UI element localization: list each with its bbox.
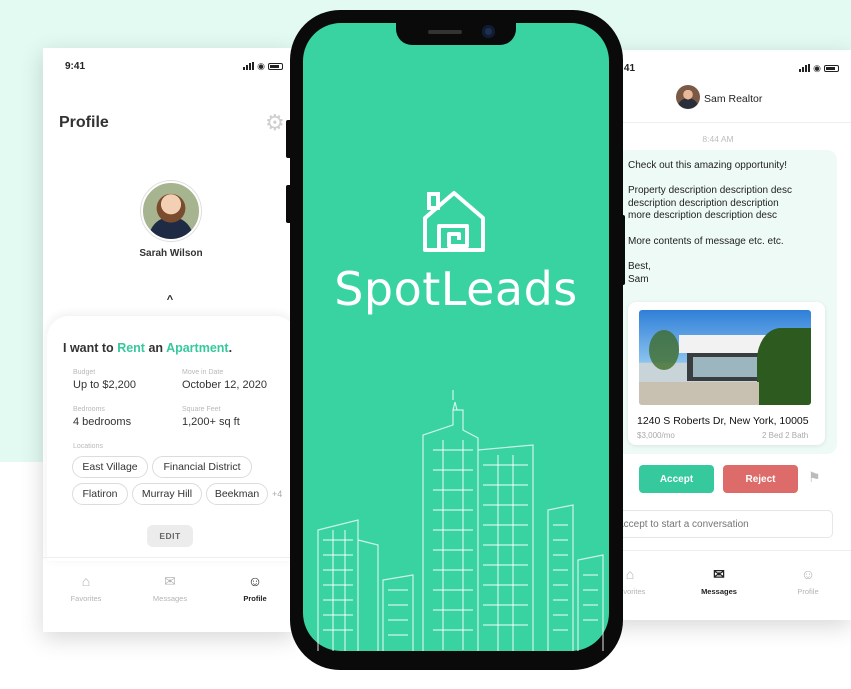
phone-camera: [482, 25, 495, 38]
avatar: [141, 181, 201, 241]
wifi-icon: ◉: [813, 63, 821, 73]
location-chip[interactable]: Beekman: [206, 483, 268, 505]
bedrooms-value: 4 bedrooms: [73, 416, 132, 428]
wifi-icon: ◉: [257, 61, 265, 71]
accept-button[interactable]: Accept: [639, 465, 714, 493]
user-circle-icon: ☺: [247, 573, 263, 589]
property-beds-baths: 2 Bed 2 Bath: [762, 431, 809, 440]
status-time: 9:41: [65, 61, 86, 72]
want-type[interactable]: Apartment: [166, 341, 229, 355]
signal-icon: [799, 64, 811, 72]
move-in-label: Move in Date: [182, 369, 224, 376]
message-line: Check out this amazing opportunity!: [628, 160, 787, 171]
location-chip[interactable]: Financial District: [152, 456, 252, 478]
tab-label: Messages: [701, 587, 737, 596]
tab-favorites[interactable]: ⌂ Favorites: [51, 573, 121, 603]
header-divider: [603, 122, 851, 123]
edit-button[interactable]: EDIT: [147, 525, 193, 547]
locations-label: Locations: [73, 443, 103, 450]
tab-label: Profile: [797, 587, 819, 596]
want-middle: an: [148, 341, 164, 355]
city-skyline-illustration: [317, 390, 604, 651]
phone-speaker: [428, 30, 462, 34]
chat-screen: 9:41 ◉ Sam Realtor 8:44 AM Check out thi…: [603, 50, 851, 620]
budget-value: Up to $2,200: [73, 379, 136, 391]
battery-icon: [268, 62, 283, 70]
page-title: Profile: [59, 114, 109, 131]
message-line: Best, Sam: [628, 261, 651, 285]
property-price: $3,000/mo: [637, 431, 675, 440]
more-locations-count[interactable]: +4: [272, 489, 282, 499]
envelope-icon: ✉: [164, 573, 176, 589]
chevron-up-icon[interactable]: ^: [162, 294, 178, 306]
want-suffix: .: [228, 341, 233, 355]
tab-messages[interactable]: ✉ Messages: [135, 573, 205, 603]
house-heart-icon: ⌂: [81, 573, 91, 589]
budget-label: Budget: [73, 369, 96, 376]
location-chip[interactable]: Flatiron: [72, 483, 128, 505]
want-action[interactable]: Rent: [117, 341, 145, 355]
want-prefix: I want to: [63, 341, 114, 355]
house-logo-icon: [423, 191, 485, 252]
property-address: 1240 S Roberts Dr, New York, 10005: [637, 415, 809, 427]
contact-avatar[interactable]: [676, 85, 700, 109]
message-time: 8:44 AM: [702, 134, 734, 144]
property-photo[interactable]: [639, 310, 811, 405]
square-feet-label: Square Feet: [182, 406, 221, 413]
flag-icon[interactable]: ⚑: [808, 469, 821, 486]
tab-messages[interactable]: ✉ Messages: [684, 566, 754, 596]
move-in-value: October 12, 2020: [182, 379, 268, 391]
brand-name: SpotLeads: [334, 262, 578, 316]
tab-profile[interactable]: ☺ Profile: [220, 573, 290, 603]
bedrooms-label: Bedrooms: [73, 406, 105, 413]
reject-button[interactable]: Reject: [723, 465, 798, 493]
envelope-icon: ✉: [713, 566, 725, 582]
tab-label: Messages: [152, 594, 188, 603]
message-line: Property description description desc de…: [628, 185, 792, 221]
tab-label: Favorites: [70, 594, 102, 603]
contact-name[interactable]: Sam Realtor: [704, 93, 762, 105]
status-icons: ◉: [799, 63, 839, 73]
status-icons: ◉: [243, 61, 283, 71]
tab-profile[interactable]: ☺ Profile: [773, 566, 843, 596]
location-chip[interactable]: East Village: [72, 456, 148, 478]
gear-icon[interactable]: ⚙: [265, 112, 287, 134]
square-feet-value: 1,200+ sq ft: [182, 416, 240, 428]
user-circle-icon: ☺: [800, 566, 816, 582]
location-chip[interactable]: Murray Hill: [132, 483, 202, 505]
battery-icon: [824, 64, 839, 72]
profile-name: Sarah Wilson: [139, 248, 203, 259]
message-input[interactable]: [607, 510, 833, 538]
tab-label: Profile: [243, 594, 267, 603]
signal-icon: [243, 62, 255, 70]
message-line: More contents of message etc. etc.: [628, 236, 784, 247]
want-statement: I want to Rent an Apartment.: [63, 341, 232, 355]
